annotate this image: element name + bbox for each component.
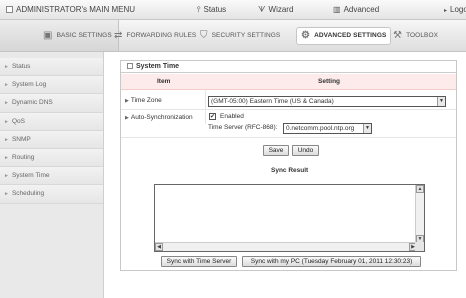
status-link[interactable]: ⫯ Status	[197, 5, 226, 15]
sync-result-title: Sync Result	[271, 167, 309, 174]
sidebar-item-label: System Log	[11, 81, 47, 89]
column-divider	[205, 90, 206, 124]
sidebar-item-status[interactable]: ► Status	[0, 58, 103, 77]
sidebar-item-snmp[interactable]: ► SNMP	[0, 130, 103, 149]
time-server-label: Time Server (RFC-868):	[208, 124, 278, 131]
sidebar-item-system-time[interactable]: ► System Time	[0, 167, 103, 186]
logout-link[interactable]: ▸ Logo	[444, 5, 466, 14]
column-header-setting: Setting	[318, 78, 341, 85]
time-zone-select[interactable]: (GMT-05:00) Eastern Time (US & Canada) ▼	[208, 96, 446, 107]
sidebar-item-qos[interactable]: ► QoS	[0, 112, 103, 131]
tab-forwarding-rules-label: FORWARDING RULES	[126, 32, 197, 39]
security-icon: ⛉	[200, 30, 208, 41]
undo-button[interactable]: Undo	[292, 145, 319, 156]
advanced-icon: ▥	[333, 5, 341, 14]
logout-label: Logo	[450, 5, 466, 14]
sidebar-item-label: Routing	[11, 153, 35, 161]
arrow-right-icon: ►	[4, 64, 9, 70]
advanced-label: Advanced	[343, 5, 380, 14]
tab-advanced-settings-label: ADVANCED SETTINGS	[314, 32, 387, 39]
scroll-up-icon[interactable]: ▲	[416, 185, 424, 193]
sync-time-server-button[interactable]: Sync with Time Server	[161, 256, 237, 267]
status-label: Status	[203, 5, 227, 14]
tab-security-settings[interactable]: ⛉ SECURITY SETTINGS	[200, 26, 280, 46]
top-menu-bar: ADMINISTRATOR's MAIN MENU ⫯ Status ᗐ Wizar…	[0, 0, 466, 20]
sidebar-item-label: SNMP	[11, 135, 31, 143]
tab-bar: ▣ BASIC SETTINGS ⇄ FORWARDING RULES ⛉ SECUR…	[0, 20, 466, 52]
sidebar-item-label: Scheduling	[11, 190, 45, 198]
scroll-left-icon[interactable]: ◀	[155, 243, 163, 251]
auto-sync-row-label: ▶ Auto-Synchronization	[125, 114, 193, 121]
basic-settings-icon: ▣	[43, 30, 53, 41]
tab-toolbox[interactable]: ⚒ TOOLBOX	[393, 26, 438, 46]
forwarding-icon: ⇄	[114, 30, 123, 41]
row-divider	[121, 109, 456, 110]
sidebar-item-system-log[interactable]: ► System Log	[0, 76, 103, 95]
row-divider	[121, 137, 456, 138]
vertical-scrollbar[interactable]: ▲ ▼	[415, 185, 424, 243]
tab-security-settings-label: SECURITY SETTINGS	[211, 32, 281, 39]
time-zone-value: (GMT-05:00) Eastern Time (US & Canada)	[211, 98, 334, 105]
tab-toolbox-label: TOOLBOX	[406, 32, 439, 39]
panel-title-text: System Time	[136, 63, 180, 70]
horizontal-scrollbar[interactable]: ◀ ▶	[155, 242, 417, 251]
arrow-right-icon: ►	[4, 82, 9, 89]
sidebar-item-label: QoS	[11, 117, 25, 125]
time-zone-row-label: ▶ Time Zone	[125, 97, 162, 104]
enabled-label: Enabled	[220, 113, 244, 120]
wizard-link[interactable]: ᗐ Wizard	[258, 5, 293, 15]
menu-box-icon	[6, 6, 13, 13]
sidebar-item-label: System Time	[11, 172, 50, 180]
time-zone-label: Time Zone	[130, 97, 162, 104]
status-icon: ⫯	[197, 5, 201, 14]
wizard-label: Wizard	[268, 5, 294, 14]
arrow-right-icon: ►	[4, 173, 9, 180]
arrow-right-icon: ►	[4, 191, 9, 198]
panel-title: System Time	[121, 61, 456, 73]
save-button[interactable]: Save	[263, 145, 289, 156]
sync-pc-button[interactable]: Sync with my PC (Tuesday February 01, 20…	[242, 256, 421, 267]
advanced-settings-icon: ⚙	[301, 30, 311, 41]
sidebar-item-scheduling[interactable]: ► Scheduling	[0, 185, 103, 204]
chevron-down-icon: ▼	[363, 124, 371, 133]
sidebar-item-label: Status	[11, 63, 31, 70]
time-server-select[interactable]: 0.netcomm.pool.ntp.org ▼	[283, 123, 372, 134]
sidebar-item-routing[interactable]: ► Routing	[0, 148, 103, 168]
arrow-right-icon: ►	[4, 118, 9, 125]
tab-basic-settings[interactable]: ▣ BASIC SETTINGS	[0, 20, 119, 51]
tab-basic-settings-label: BASIC SETTINGS	[56, 32, 112, 39]
auto-sync-label: Auto-Synchronization	[130, 114, 193, 121]
sidebar: ► Status ► System Log ► Dynamic DNS ► QoS ► S…	[0, 52, 104, 298]
logout-arrow-icon: ▸	[444, 8, 448, 14]
wizard-icon: ᗐ	[258, 5, 266, 14]
chevron-down-icon: ▼	[437, 97, 445, 106]
arrow-right-icon: ►	[4, 154, 9, 161]
system-time-panel: System Time Item Setting ▶ Time Zone (GMT…	[120, 60, 457, 271]
tab-advanced-settings[interactable]: ⚙ ADVANCED SETTINGS	[296, 27, 392, 45]
scrollbar-corner	[415, 242, 424, 251]
arrow-right-icon: ►	[4, 100, 9, 107]
time-server-value: 0.netcomm.pool.ntp.org	[286, 125, 355, 132]
sidebar-item-dynamic-dns[interactable]: ► Dynamic DNS	[0, 94, 103, 113]
table-header: Item Setting	[121, 74, 456, 90]
panel-box-icon	[127, 63, 133, 69]
enabled-checkbox[interactable]: ✔	[209, 113, 216, 120]
sidebar-item-label: Dynamic DNS	[11, 99, 53, 107]
main-menu-title: ADMINISTRATOR's MAIN MENU	[6, 5, 135, 14]
triangle-right-icon: ▶	[125, 98, 129, 104]
main-menu-label: ADMINISTRATOR's MAIN MENU	[16, 5, 136, 14]
tab-forwarding-rules[interactable]: ⇄ FORWARDING RULES	[114, 26, 196, 46]
column-header-item: Item	[157, 78, 171, 85]
arrow-right-icon: ►	[4, 136, 9, 143]
toolbox-icon: ⚒	[393, 30, 403, 41]
sync-result-textarea[interactable]: ▲ ▼ ◀ ▶	[154, 184, 425, 252]
advanced-link[interactable]: ▥ Advanced	[333, 5, 379, 14]
triangle-right-icon: ▶	[125, 115, 129, 121]
